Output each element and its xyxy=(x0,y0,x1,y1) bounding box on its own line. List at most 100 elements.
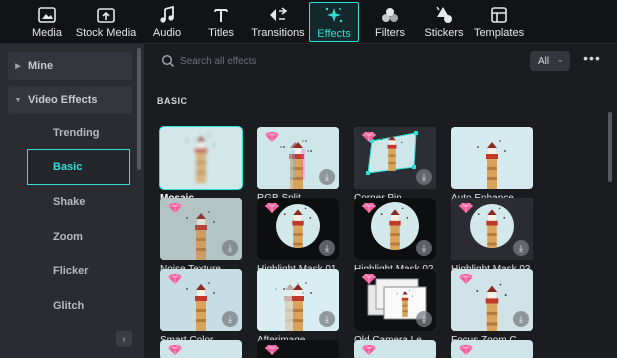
effect-card-afterimage[interactable]: ⤓ xyxy=(257,269,339,331)
sidebar-item-glitch[interactable]: Glitch xyxy=(28,289,128,323)
templates-icon xyxy=(489,5,509,25)
sidebar-item-flicker[interactable]: Flicker xyxy=(28,254,128,288)
tab-titles-label: Titles xyxy=(208,27,234,39)
sidebar-group-mine[interactable]: ▶ Mine xyxy=(8,52,132,80)
tab-effects-label: Effects xyxy=(317,28,351,40)
stickers-icon xyxy=(434,5,454,25)
search-input[interactable] xyxy=(180,52,500,70)
download-icon[interactable]: ⤓ xyxy=(319,240,335,256)
premium-gem-icon xyxy=(168,200,182,213)
chevron-down-icon: ⌄ xyxy=(556,54,564,64)
tab-templates-label: Templates xyxy=(473,27,525,39)
caret-down-icon: ▼ xyxy=(14,96,22,104)
sidebar-scrollbar[interactable] xyxy=(137,48,141,170)
sidebar-item-label: Basic xyxy=(53,161,83,173)
effects-panel: All ⌄ ••• BASIC Mosaic xyxy=(144,44,617,358)
effect-card-mosaic[interactable] xyxy=(159,126,243,190)
caret-right-icon: ▶ xyxy=(15,63,21,70)
premium-gem-icon xyxy=(265,200,279,213)
audio-note-icon xyxy=(157,5,177,25)
effect-card-highlight-mask-02[interactable]: ⤓ xyxy=(354,198,436,260)
section-title: BASIC xyxy=(157,96,188,106)
premium-gem-icon xyxy=(168,342,182,355)
premium-gem-icon xyxy=(362,342,376,355)
tab-titles[interactable]: Titles xyxy=(204,2,238,42)
effect-card-partial[interactable] xyxy=(354,340,436,358)
sidebar-item-label: Shake xyxy=(53,196,86,208)
premium-gem-icon xyxy=(362,200,376,213)
download-icon[interactable]: ⤓ xyxy=(319,311,335,327)
search-icon xyxy=(161,54,175,68)
premium-gem-icon xyxy=(459,271,473,284)
download-icon[interactable]: ⤓ xyxy=(416,311,432,327)
sidebar-item-label: Trending xyxy=(53,127,100,139)
premium-gem-icon xyxy=(265,342,279,355)
tab-audio-label: Audio xyxy=(152,27,182,39)
effect-card-focus-zoom-c[interactable]: ⤓ xyxy=(451,269,533,331)
tab-media-label: Media xyxy=(32,27,62,39)
sidebar-item-basic[interactable]: Basic xyxy=(27,149,130,185)
premium-gem-icon xyxy=(459,200,473,213)
tab-audio[interactable]: Audio xyxy=(148,2,186,42)
tab-transitions[interactable]: Transitions xyxy=(250,2,306,42)
download-icon[interactable]: ⤓ xyxy=(416,240,432,256)
media-icon xyxy=(37,5,57,25)
search-bar: All ⌄ ••• xyxy=(144,44,617,78)
filters-icon xyxy=(380,5,400,25)
stock-media-icon xyxy=(96,5,116,25)
sidebar-item-shake[interactable]: Shake xyxy=(28,185,128,219)
premium-gem-icon xyxy=(362,129,376,142)
transitions-icon xyxy=(268,5,288,25)
sidebar-item-zoom[interactable]: Zoom xyxy=(28,220,128,254)
effect-card-highlight-mask-01[interactable]: ⤓ xyxy=(257,198,339,260)
effect-card-auto-enhance[interactable] xyxy=(451,127,533,189)
effect-card-smart-color[interactable]: ⤓ xyxy=(160,269,242,331)
more-dots-icon: ••• xyxy=(583,50,601,66)
sidebar-group-label: Mine xyxy=(28,60,54,72)
sidebar-item-label: Glitch xyxy=(53,300,85,312)
premium-gem-icon xyxy=(459,342,473,355)
tab-transitions-label: Transitions xyxy=(251,27,305,39)
effects-sparkle-icon xyxy=(324,6,344,26)
tab-stock-media[interactable]: Stock Media xyxy=(76,2,136,42)
effect-card-partial[interactable] xyxy=(451,340,533,358)
tab-media[interactable]: Media xyxy=(30,2,64,42)
titles-text-icon xyxy=(211,5,231,25)
filter-value: All xyxy=(538,55,550,67)
effect-card-corner-pin[interactable]: ⤓ xyxy=(354,127,436,189)
chevron-left-icon: ‹ xyxy=(122,333,126,345)
more-options-button[interactable]: ••• xyxy=(582,50,602,70)
effect-card-partial[interactable] xyxy=(160,340,242,358)
category-sidebar: ▶ Mine ▼ Video Effects Trending Basic Sh… xyxy=(0,44,144,358)
tab-stock-media-label: Stock Media xyxy=(75,27,137,39)
premium-gem-icon xyxy=(168,271,182,284)
effect-card-noise-texture[interactable]: ⤓ xyxy=(160,198,242,260)
effect-card-partial[interactable] xyxy=(257,340,339,358)
collapse-sidebar-button[interactable]: ‹ xyxy=(116,331,132,347)
sidebar-item-trending[interactable]: Trending xyxy=(28,116,128,150)
premium-gem-icon xyxy=(362,271,376,284)
effect-card-rgb-split[interactable]: ⤓ xyxy=(257,127,339,189)
tab-stickers[interactable]: Stickers xyxy=(422,2,466,42)
effect-card-old-camera-le[interactable]: ⤓ xyxy=(354,269,436,331)
download-icon[interactable]: ⤓ xyxy=(319,169,335,185)
download-icon[interactable]: ⤓ xyxy=(416,169,432,185)
download-icon[interactable]: ⤓ xyxy=(513,240,529,256)
premium-gem-icon xyxy=(265,129,279,142)
tab-effects[interactable]: Effects xyxy=(309,2,359,42)
download-icon[interactable]: ⤓ xyxy=(222,240,238,256)
filter-dropdown[interactable]: All ⌄ xyxy=(530,51,570,71)
tab-filters-label: Filters xyxy=(375,27,405,39)
download-icon[interactable]: ⤓ xyxy=(513,311,529,327)
tab-templates[interactable]: Templates xyxy=(474,2,524,42)
effects-scrollbar[interactable] xyxy=(608,112,612,182)
sidebar-item-label: Flicker xyxy=(53,265,89,277)
top-toolbar: Media Stock Media Audio Titles Transitio… xyxy=(0,0,617,44)
download-icon[interactable]: ⤓ xyxy=(222,311,238,327)
sidebar-item-label: Zoom xyxy=(53,231,83,243)
sidebar-group-label: Video Effects xyxy=(28,94,98,106)
tab-filters[interactable]: Filters xyxy=(372,2,408,42)
effect-card-highlight-mask-03[interactable]: ⤓ xyxy=(451,198,533,260)
sidebar-group-video-effects[interactable]: ▼ Video Effects xyxy=(8,86,132,114)
tab-stickers-label: Stickers xyxy=(424,27,464,39)
